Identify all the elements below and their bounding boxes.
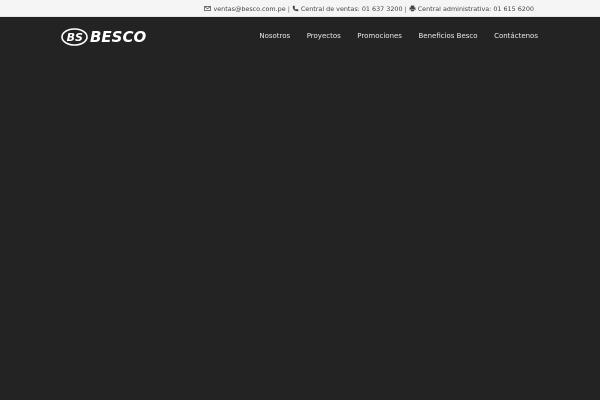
site-header: BS BESCO Nosotros Proyectos Promociones … [0, 17, 600, 57]
brand-logo[interactable]: BS BESCO [61, 27, 146, 47]
nav-item-contactenos[interactable]: Contáctenos [494, 32, 538, 40]
nav-item-beneficios[interactable]: Beneficios Besco [418, 32, 477, 40]
svg-text:BS: BS [67, 31, 83, 44]
admin-phone[interactable]: Central administrativa: 01 615 6200 [409, 5, 534, 13]
hero-area [0, 57, 600, 400]
logo-mark-icon: BS [61, 28, 88, 46]
admin-phone-text: Central administrativa: 01 615 6200 [417, 4, 534, 13]
contact-info: ventas@besco.com.pe | Central de ventas:… [204, 0, 534, 17]
separator: | [404, 4, 407, 13]
sales-phone[interactable]: Central de ventas: 01 637 3200 [292, 5, 403, 13]
top-contact-bar: ventas@besco.com.pe | Central de ventas:… [0, 0, 600, 17]
brand-name: BESCO [90, 28, 147, 46]
fax-icon [409, 5, 416, 12]
sales-phone-text: Central de ventas: 01 637 3200 [300, 4, 403, 13]
nav-item-proyectos[interactable]: Proyectos [307, 32, 341, 40]
email-text: ventas@besco.com.pe [213, 4, 286, 13]
nav-item-nosotros[interactable]: Nosotros [259, 32, 290, 40]
phone-icon [292, 5, 299, 12]
separator: | [287, 4, 290, 13]
envelope-icon [204, 5, 212, 12]
email-link[interactable]: ventas@besco.com.pe [204, 4, 286, 13]
main-nav: Nosotros Proyectos Promociones Beneficio… [259, 29, 538, 43]
nav-item-promociones[interactable]: Promociones [357, 32, 402, 40]
